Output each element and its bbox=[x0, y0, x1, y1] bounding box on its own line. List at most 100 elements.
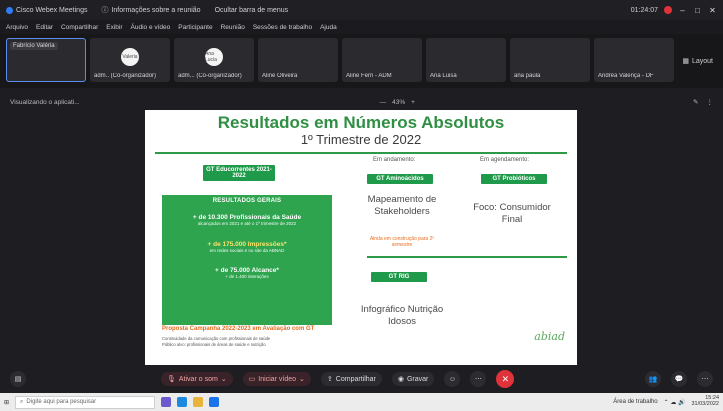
annotate-icon[interactable]: ✎ bbox=[693, 98, 698, 106]
participant-tile[interactable]: Andréa Valença - DF bbox=[594, 38, 674, 82]
result-2-detail: em redes sociais e no site da ABNAD bbox=[209, 247, 285, 253]
status-label: Em andamento: bbox=[373, 157, 416, 163]
proposta-title: Proposta Campanha 2022-2023 em Avaliação… bbox=[162, 326, 315, 332]
view-bar: Visualizando o aplicati... — 43% + ✎ ⋮ bbox=[0, 96, 723, 108]
result-1: + de 10.300 Profissionais da Saúde bbox=[192, 214, 302, 221]
result-3-detail: + de 1.400 interações bbox=[225, 274, 269, 280]
hide-menu-button[interactable]: Ocultar barra de menus bbox=[215, 7, 289, 14]
participant-tile[interactable]: Ana Luisa bbox=[426, 38, 506, 82]
app-title: Cisco Webex Meetings bbox=[6, 6, 87, 14]
title-bar: Cisco Webex Meetings ⓘ Informações sobre… bbox=[0, 0, 723, 20]
menu-item-ajuda[interactable]: Ajuda bbox=[320, 24, 337, 31]
start-video-button[interactable]: ▭ Iniciar vídeo ⌄ bbox=[242, 372, 311, 386]
meeting-controls: ▤ 🎙 Ativar o som ⌄ ▭ Iniciar vídeo ⌄ ⇪ C… bbox=[0, 368, 723, 390]
viewing-label: Visualizando o aplicati... bbox=[10, 98, 80, 106]
gt-amino-box: GT Aminoácidos bbox=[367, 174, 433, 184]
info-icon: ⓘ bbox=[101, 7, 109, 14]
layout-button[interactable]: ▦ Layout bbox=[678, 38, 717, 84]
webex-logo-icon bbox=[6, 6, 13, 14]
end-call-button[interactable]: ✕ bbox=[496, 370, 515, 388]
taskbar-search[interactable]: ⌕ Digite aqui para pesquisar bbox=[15, 395, 156, 409]
slide-subtitle: 1º Trimestre de 2022 bbox=[300, 132, 422, 147]
windows-start-icon[interactable]: ⊞ bbox=[4, 399, 9, 406]
panel-toggle-icon[interactable]: ▤ bbox=[10, 371, 26, 387]
taskbar: ⊞ ⌕ Digite aqui para pesquisar Área de t… bbox=[0, 393, 723, 411]
menu-item-arquivo[interactable]: Arquivo bbox=[6, 24, 28, 31]
tray-icons[interactable]: ⌃ ☁ 🔊 bbox=[664, 399, 686, 406]
close-button[interactable]: ✕ bbox=[708, 6, 717, 15]
camera-off-icon: ▭ bbox=[248, 376, 256, 383]
result-2: + de 175.000 Impressões* bbox=[207, 240, 287, 248]
recording-icon bbox=[664, 6, 672, 14]
grid-icon: ▦ bbox=[682, 58, 689, 65]
more-panel-icon[interactable]: ⋯ bbox=[697, 371, 713, 387]
abiad-logo: abiad bbox=[534, 330, 565, 343]
task-view-icon[interactable] bbox=[161, 397, 172, 407]
participants-icon[interactable]: 👥 bbox=[645, 371, 661, 387]
share-button[interactable]: ⇪ Compartilhar bbox=[320, 372, 382, 386]
chat-icon[interactable]: 💬 bbox=[671, 371, 687, 387]
results-panel: RESULTADOS GERAIS + de 10.300 Profission… bbox=[162, 195, 332, 325]
participant-tile[interactable]: ana paula bbox=[510, 38, 590, 82]
record-button[interactable]: ◉ Gravar bbox=[391, 372, 435, 386]
reactions-icon[interactable]: ☺ bbox=[444, 371, 461, 387]
mic-off-icon: 🎙 bbox=[167, 376, 176, 383]
participant-name: Andréa Valença - DF bbox=[598, 73, 654, 79]
menu-item-audio-video[interactable]: Áudio e vídeo bbox=[131, 24, 171, 31]
menu-item-participante[interactable]: Participante bbox=[178, 24, 212, 31]
participant-name: adm.. (Co-organizador) bbox=[94, 73, 157, 79]
participant-tile[interactable]: Fabrício Valéria bbox=[6, 38, 86, 82]
unmute-button[interactable]: 🎙 Ativar o som ⌄ bbox=[161, 372, 233, 386]
avatar: Ana Lucia bbox=[205, 48, 223, 66]
chevron-down-icon: ⌄ bbox=[299, 376, 305, 383]
gt-probi-box: GT Probióticos bbox=[481, 174, 547, 184]
more-icon[interactable]: ⋮ bbox=[707, 98, 714, 106]
menu-item-editar[interactable]: Editar bbox=[36, 24, 53, 31]
clock[interactable]: 15:24 31/03/2022 bbox=[691, 395, 719, 408]
mapeamento-text: Mapeamento de Stakeholders bbox=[367, 194, 437, 217]
menu-bar: Arquivo Editar Compartilhar Exibir Áudio… bbox=[0, 20, 723, 34]
result-3: + de 75.000 Alcance* bbox=[215, 267, 279, 275]
status-label: Em agendamento: bbox=[480, 157, 530, 163]
record-icon: ◉ bbox=[397, 376, 404, 383]
menu-item-compartilhar[interactable]: Compartilhar bbox=[61, 24, 98, 31]
participant-tile[interactable]: Ana Lucia adm... (Co-organizador) bbox=[174, 38, 254, 82]
file-explorer-icon[interactable] bbox=[193, 397, 204, 407]
participant-name: ana paula bbox=[514, 73, 541, 79]
participant-name: Ana Luisa bbox=[430, 73, 457, 79]
more-options-icon[interactable]: ⋯ bbox=[470, 371, 487, 387]
proposta-details: Continuidade da comunicação com profissi… bbox=[162, 336, 271, 347]
result-1-detail: alcançados em 2021 e até o 1º trimestre … bbox=[197, 221, 297, 226]
share-icon: ⇪ bbox=[326, 376, 333, 383]
search-icon: ⌕ bbox=[20, 398, 24, 405]
maximize-button[interactable]: □ bbox=[693, 6, 702, 15]
edge-icon[interactable] bbox=[177, 397, 188, 407]
participant-name: Aline Ferri - ADM bbox=[346, 73, 392, 79]
participant-tile[interactable]: Valeria adm.. (Co-organizador) bbox=[90, 38, 170, 82]
chevron-down-icon: ⌄ bbox=[220, 376, 227, 383]
zoom-level[interactable]: 43% bbox=[392, 99, 405, 106]
participant-name: adm... (Co-organizador) bbox=[178, 73, 242, 79]
divider-line bbox=[367, 256, 567, 258]
slide-title: Resultados em Números Absolutos bbox=[217, 113, 505, 132]
zoom-control: — 43% + bbox=[380, 99, 415, 106]
menu-item-reuniao[interactable]: Reunião bbox=[221, 24, 245, 31]
menu-item-sessoes[interactable]: Sessões de trabalho bbox=[253, 24, 312, 31]
participant-tile[interactable]: Aline Ferri - ADM bbox=[342, 38, 422, 82]
zoom-out-icon[interactable]: — bbox=[380, 99, 387, 106]
foco-text: Foco: Consumidor Final bbox=[473, 202, 551, 225]
gt-educ-box: GT Educorrentes 2021-2022 bbox=[203, 165, 275, 181]
meeting-info-button[interactable]: ⓘ Informações sobre a reunião bbox=[101, 5, 200, 15]
webex-taskbar-icon[interactable] bbox=[209, 397, 220, 407]
participant-tile[interactable]: Aline Oliveira bbox=[258, 38, 338, 82]
desktop-label[interactable]: Área de trabalho bbox=[613, 399, 657, 405]
avatar: Valeria bbox=[121, 48, 139, 66]
participant-strip: Fabrício Valéria Valeria adm.. (Co-organ… bbox=[0, 34, 723, 88]
infografico-text: Infográfico Nutrição Idosos bbox=[360, 304, 444, 327]
results-header: RESULTADOS GERAIS bbox=[212, 198, 282, 204]
orange-note: Ainda em construção para 2º semestre bbox=[369, 236, 435, 248]
minimize-button[interactable]: – bbox=[678, 6, 687, 15]
menu-item-exibir[interactable]: Exibir bbox=[106, 24, 122, 31]
zoom-in-icon[interactable]: + bbox=[411, 99, 415, 106]
active-speaker-tag: Fabrício Valéria bbox=[10, 42, 58, 50]
